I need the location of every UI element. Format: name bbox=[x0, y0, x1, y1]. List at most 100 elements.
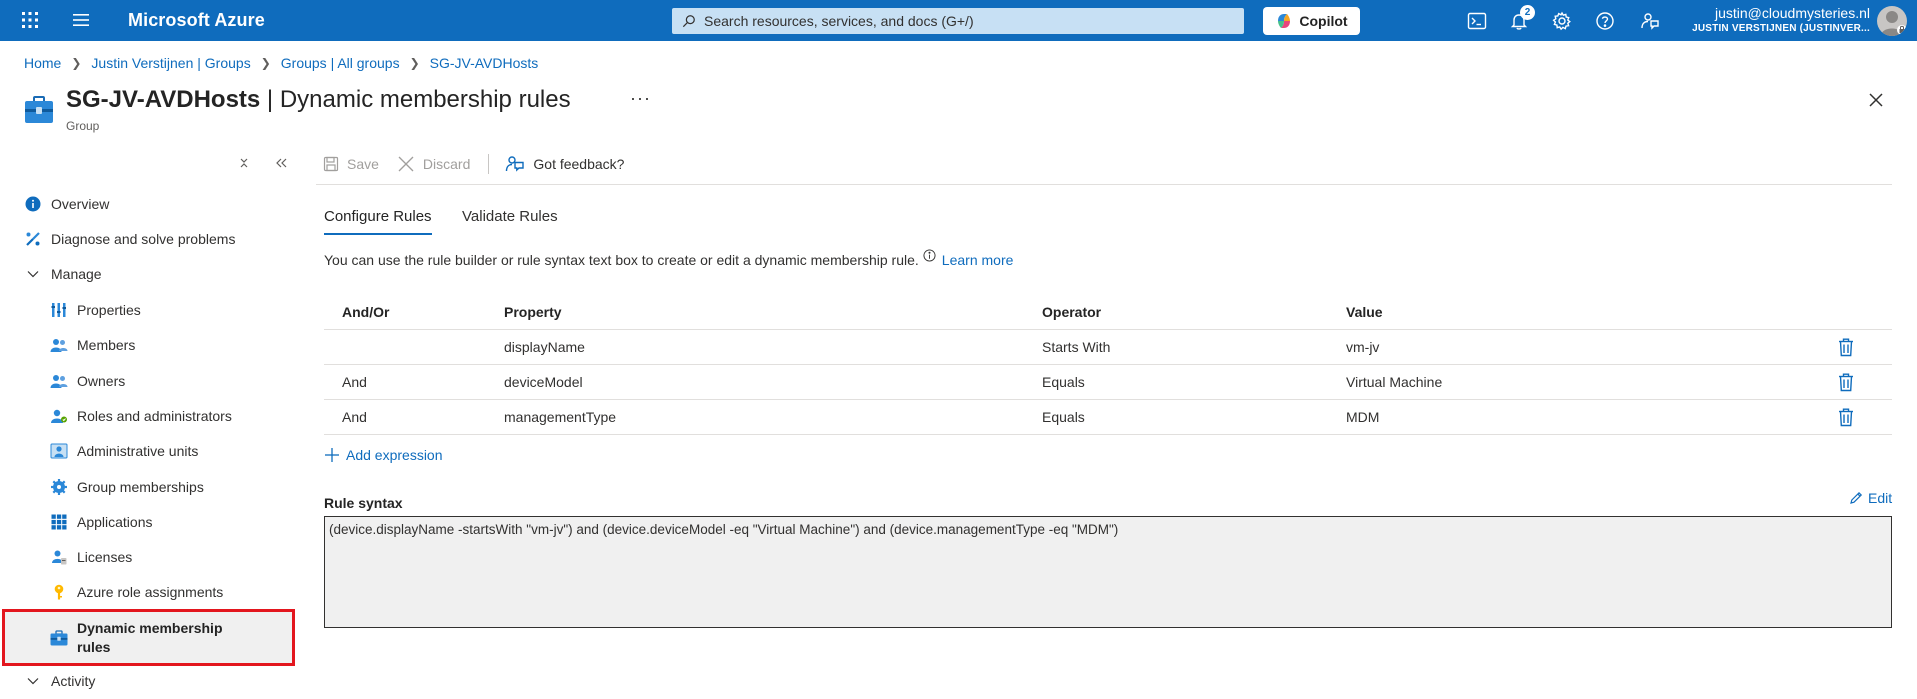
breadcrumb-group[interactable]: SG-JV-AVDHosts bbox=[430, 55, 539, 71]
sidebar-item-licenses[interactable]: Licenses bbox=[0, 542, 132, 572]
more-options-button[interactable]: ··· bbox=[630, 88, 651, 109]
copilot-label: Copilot bbox=[1299, 13, 1348, 29]
properties-icon bbox=[50, 301, 68, 319]
admin-units-icon bbox=[50, 442, 68, 460]
brand-title[interactable]: Microsoft Azure bbox=[128, 10, 265, 31]
table-row[interactable]: And deviceModel Equals Virtual Machine bbox=[324, 365, 1892, 400]
breadcrumb: Home ❯ Justin Verstijnen | Groups ❯ Grou… bbox=[24, 55, 538, 71]
wrench-icon bbox=[24, 230, 42, 248]
table-row[interactable]: displayName Starts With vm-jv bbox=[324, 330, 1892, 365]
rule-value[interactable]: MDM bbox=[1346, 400, 1379, 434]
rule-and-or[interactable]: And bbox=[342, 400, 367, 434]
page-title: SG-JV-AVDHosts | Dynamic membership rule… bbox=[66, 86, 571, 113]
description: You can use the rule builder or rule syn… bbox=[324, 249, 1014, 268]
search-placeholder: Search resources, services, and docs (G+… bbox=[704, 13, 974, 29]
feedback-icon[interactable] bbox=[1639, 10, 1661, 32]
delete-trash-icon[interactable] bbox=[1838, 373, 1856, 393]
sidebar-item-owners[interactable]: Owners bbox=[0, 366, 125, 396]
rule-and-or[interactable]: And bbox=[342, 365, 367, 399]
rule-property[interactable]: deviceModel bbox=[504, 365, 583, 399]
plus-icon bbox=[325, 448, 339, 462]
gear-icon bbox=[50, 478, 68, 496]
table-header: And/Or Property Operator Value bbox=[324, 294, 1892, 330]
tab-validate-rules[interactable]: Validate Rules bbox=[462, 208, 558, 233]
rule-operator[interactable]: Equals bbox=[1042, 365, 1085, 399]
search-icon bbox=[682, 15, 695, 28]
discard-button[interactable]: Discard bbox=[397, 155, 470, 173]
page-subtitle: Group bbox=[66, 119, 100, 133]
table-row[interactable]: And managementType Equals MDM bbox=[324, 400, 1892, 435]
help-icon[interactable] bbox=[1594, 10, 1616, 32]
global-search-input[interactable]: Search resources, services, and docs (G+… bbox=[672, 8, 1244, 34]
column-header-operator: Operator bbox=[1042, 303, 1102, 320]
breadcrumb-home[interactable]: Home bbox=[24, 55, 61, 71]
info-icon[interactable] bbox=[923, 249, 936, 265]
members-icon bbox=[50, 336, 68, 354]
notifications-bell-icon[interactable]: 2 bbox=[1508, 5, 1535, 32]
rule-syntax-textbox[interactable]: (device.displayName -startsWith "vm-jv")… bbox=[324, 516, 1892, 628]
collapse-all-icon[interactable] bbox=[236, 155, 252, 171]
sidebar-item-group-memberships[interactable]: Group memberships bbox=[0, 472, 204, 502]
sidebar-item-roles[interactable]: Roles and administrators bbox=[0, 401, 232, 431]
licenses-icon bbox=[50, 548, 68, 566]
toolbar-divider bbox=[488, 154, 490, 174]
grid-icon bbox=[50, 513, 68, 531]
avatar[interactable] bbox=[1877, 6, 1907, 36]
close-icon[interactable] bbox=[1866, 90, 1886, 110]
breadcrumb-all-groups[interactable]: Groups | All groups bbox=[281, 55, 400, 71]
toolbox-icon bbox=[24, 95, 54, 125]
edit-rule-syntax-button[interactable]: Edit bbox=[1849, 490, 1892, 506]
owners-icon bbox=[50, 372, 68, 390]
sidebar-item-dynamic-membership-rules[interactable]: Dynamic membership rules bbox=[2, 609, 295, 666]
command-bar: Save Discard Got feedback? bbox=[323, 150, 642, 178]
account-menu[interactable]: justin@cloudmysteries.nl JUSTIN VERSTIJN… bbox=[1690, 5, 1870, 35]
rule-value[interactable]: vm-jv bbox=[1346, 330, 1379, 364]
sidebar-group-manage[interactable]: Manage bbox=[0, 259, 102, 289]
chevron-right-icon: ❯ bbox=[71, 56, 82, 70]
rule-property[interactable]: displayName bbox=[504, 330, 585, 364]
sidebar-item-azure-role-assignments[interactable]: Azure role assignments bbox=[0, 577, 223, 607]
rule-operator[interactable]: Starts With bbox=[1042, 330, 1110, 364]
column-header-property: Property bbox=[504, 303, 562, 320]
cloud-shell-icon[interactable] bbox=[1466, 10, 1488, 32]
feedback-icon bbox=[506, 156, 525, 172]
sidebar-item-admin-units[interactable]: Administrative units bbox=[0, 436, 198, 466]
feedback-button[interactable]: Got feedback? bbox=[505, 154, 624, 174]
close-icon bbox=[398, 156, 414, 172]
sidebar-group-activity[interactable]: Activity bbox=[0, 666, 95, 696]
description-text: You can use the rule builder or rule syn… bbox=[324, 252, 919, 268]
sidebar-item-overview[interactable]: Overview bbox=[0, 189, 109, 219]
delete-trash-icon[interactable] bbox=[1838, 408, 1856, 428]
chevron-right-icon: ❯ bbox=[409, 56, 420, 70]
save-icon bbox=[323, 156, 339, 172]
rule-operator[interactable]: Equals bbox=[1042, 400, 1085, 434]
chevron-down-icon bbox=[24, 265, 42, 283]
collapse-sidebar-icon[interactable] bbox=[273, 155, 289, 171]
sidebar-item-applications[interactable]: Applications bbox=[0, 507, 153, 537]
toolbox-icon bbox=[50, 629, 68, 647]
notifications-badge: 2 bbox=[1520, 5, 1535, 20]
settings-gear-icon[interactable] bbox=[1551, 10, 1573, 32]
app-launcher-icon[interactable] bbox=[20, 10, 40, 30]
info-icon bbox=[24, 195, 42, 213]
portal-menu-icon[interactable] bbox=[70, 10, 92, 30]
tab-configure-rules[interactable]: Configure Rules bbox=[324, 208, 432, 235]
pencil-icon bbox=[1850, 491, 1863, 504]
copilot-icon bbox=[1278, 14, 1291, 28]
rules-table: And/Or Property Operator Value displayNa… bbox=[324, 294, 1892, 435]
copilot-button[interactable]: Copilot bbox=[1263, 7, 1360, 35]
rule-property[interactable]: managementType bbox=[504, 400, 616, 434]
sidebar-item-diagnose[interactable]: Diagnose and solve problems bbox=[0, 224, 235, 254]
delete-trash-icon[interactable] bbox=[1838, 338, 1856, 358]
column-header-value: Value bbox=[1346, 303, 1383, 320]
add-expression-button[interactable]: Add expression bbox=[324, 447, 443, 463]
learn-more-link[interactable]: Learn more bbox=[942, 252, 1014, 268]
sidebar-item-members[interactable]: Members bbox=[0, 330, 135, 360]
rule-value[interactable]: Virtual Machine bbox=[1346, 365, 1442, 399]
key-icon bbox=[50, 583, 68, 601]
chevron-down-icon bbox=[24, 672, 42, 690]
command-bar-divider bbox=[316, 184, 1892, 185]
save-button[interactable]: Save bbox=[323, 156, 379, 172]
sidebar-item-properties[interactable]: Properties bbox=[0, 295, 141, 325]
breadcrumb-groups[interactable]: Justin Verstijnen | Groups bbox=[91, 55, 250, 71]
